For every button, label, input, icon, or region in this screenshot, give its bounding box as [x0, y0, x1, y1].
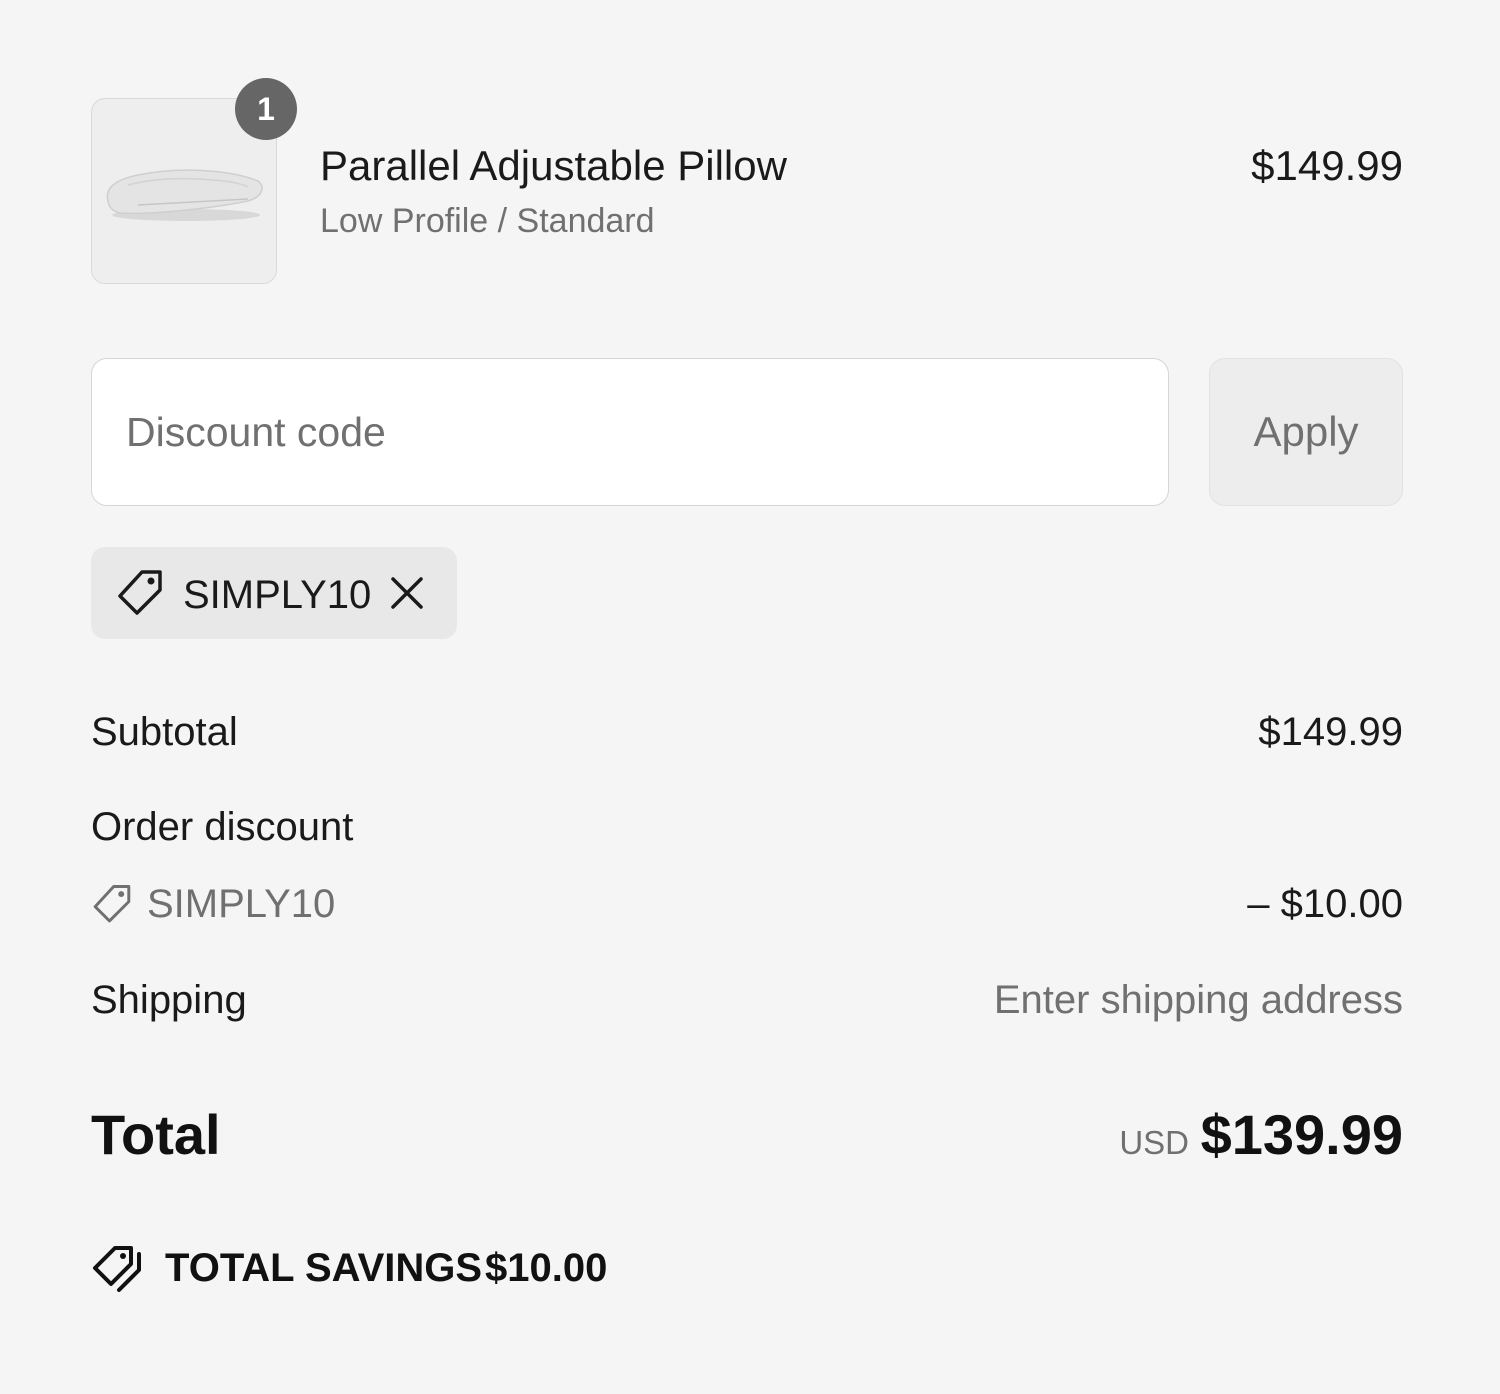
subtotal-value: $149.99 — [1258, 710, 1403, 754]
pillow-image — [106, 169, 263, 221]
currency-code: USD — [1119, 1124, 1189, 1161]
total-savings-value: $10.00 — [485, 1246, 608, 1290]
apply-discount-button[interactable]: Apply — [1209, 358, 1403, 506]
tags-icon — [93, 1246, 141, 1292]
quantity-badge: 1 — [235, 78, 297, 140]
shipping-label: Shipping — [91, 978, 247, 1022]
product-variant: Low Profile / Standard — [320, 202, 655, 240]
discount-code-input[interactable] — [91, 358, 1169, 506]
order-summary: 1 Parallel Adjustable Pillow Low Profile… — [91, 0, 1403, 1394]
order-discount-label: Order discount — [91, 805, 354, 849]
product-name: Parallel Adjustable Pillow — [320, 142, 787, 189]
product-price: $149.99 — [1251, 142, 1403, 189]
total-savings-label: TOTAL SAVINGS — [165, 1246, 483, 1290]
close-icon[interactable] — [389, 575, 425, 611]
tag-icon — [118, 570, 162, 615]
discount-code-label: SIMPLY10 — [147, 882, 336, 926]
discount-value: – $10.00 — [1247, 882, 1403, 926]
applied-discount-chip: SIMPLY10 — [91, 547, 457, 639]
shipping-value: Enter shipping address — [993, 978, 1403, 1022]
subtotal-label: Subtotal — [91, 710, 238, 754]
applied-code-label: SIMPLY10 — [183, 573, 372, 617]
total-label: Total — [91, 1103, 221, 1166]
tag-icon — [93, 885, 131, 923]
total-value: $139.99 — [1200, 1103, 1403, 1166]
